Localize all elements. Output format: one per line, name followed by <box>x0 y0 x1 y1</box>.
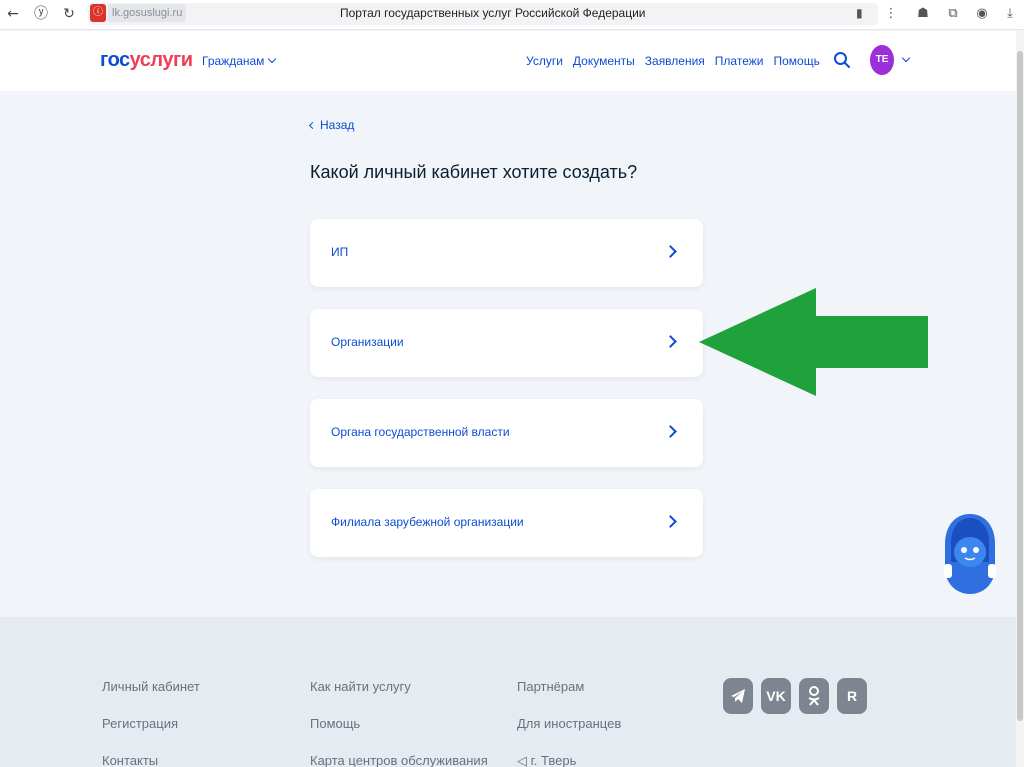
option-card-organization[interactable]: Организации <box>310 309 703 377</box>
annotation-arrow-icon <box>699 288 928 396</box>
footer-column: Партнёрам Для иностранцев ◁ г. Тверь <box>517 679 621 767</box>
site-footer: Личный кабинет Регистрация Контакты Как … <box>0 617 1016 767</box>
option-label: Организации <box>331 335 404 349</box>
footer-link[interactable]: Карта центров обслуживания <box>310 753 488 767</box>
footer-column: Личный кабинет Регистрация Контакты <box>102 679 200 767</box>
rutube-icon[interactable]: R <box>837 678 867 714</box>
bookmark-icon[interactable]: ▮ <box>856 6 863 20</box>
footer-link[interactable]: Личный кабинет <box>102 679 200 716</box>
footer-column: Как найти услугу Помощь Карта центров об… <box>310 679 488 767</box>
gosuslugi-logo[interactable]: госуслуги <box>100 49 193 72</box>
option-label: Органа государственной власти <box>331 425 510 439</box>
footer-link[interactable]: Регистрация <box>102 716 200 753</box>
menu-dots-icon[interactable]: ⋮ <box>882 5 900 23</box>
footer-link[interactable]: Контакты <box>102 753 200 767</box>
nav-item-payments[interactable]: Платежи <box>715 54 764 68</box>
scrollbar-thumb[interactable] <box>1017 51 1023 721</box>
location-arrow-icon: ◁ <box>517 753 531 767</box>
footer-link[interactable]: Партнёрам <box>517 679 621 716</box>
odnoklassniki-icon[interactable] <box>799 678 829 714</box>
footer-location[interactable]: ◁ г. Тверь <box>517 753 621 767</box>
audience-selector[interactable]: Гражданам <box>202 54 277 68</box>
top-navigation: Услуги Документы Заявления Платежи Помощ… <box>526 54 820 68</box>
chevron-right-icon <box>664 425 677 438</box>
extension-icon[interactable]: ◉ <box>973 5 991 23</box>
scrollbar[interactable] <box>1016 31 1024 767</box>
extension-icon[interactable]: ☗ <box>914 5 932 23</box>
chevron-right-icon <box>664 515 677 528</box>
chevron-down-icon[interactable] <box>901 53 911 63</box>
footer-link[interactable]: Помощь <box>310 716 488 753</box>
nav-item-help[interactable]: Помощь <box>773 54 819 68</box>
telegram-icon[interactable] <box>723 678 753 714</box>
nav-item-services[interactable]: Услуги <box>526 54 563 68</box>
chevron-left-icon <box>308 121 317 130</box>
site-header: госуслуги Гражданам Услуги Документы Зая… <box>0 31 1016 91</box>
reload-icon[interactable]: ↻ <box>60 5 78 23</box>
chevron-down-icon <box>268 54 277 64</box>
nav-item-documents[interactable]: Документы <box>573 54 635 68</box>
yandex-icon[interactable]: ⓨ <box>32 5 50 23</box>
url-text[interactable]: lk.gosuslugi.ru <box>108 4 187 22</box>
browser-toolbar: ← ⓨ ↻ ⓘ lk.gosuslugi.ru Портал государст… <box>0 0 1024 30</box>
page-title-tab: Портал государственных услуг Российской … <box>340 6 646 20</box>
option-card-government-body[interactable]: Органа государственной власти <box>310 399 703 467</box>
option-label: Филиала зарубежной организации <box>331 515 524 529</box>
social-links: VK R <box>723 678 867 714</box>
page-title: Какой личный кабинет хотите создать? <box>310 162 638 182</box>
option-label: ИП <box>331 245 349 259</box>
download-icon[interactable]: ⤓ <box>1001 5 1019 23</box>
option-card-ip[interactable]: ИП <box>310 219 703 287</box>
footer-link[interactable]: Для иностранцев <box>517 716 621 753</box>
chevron-right-icon <box>664 335 677 348</box>
site-favicon-icon: ⓘ <box>90 4 106 22</box>
avatar[interactable]: ТЕ <box>870 45 894 75</box>
option-card-foreign-branch[interactable]: Филиала зарубежной организации <box>310 489 703 557</box>
back-link[interactable]: Назад <box>308 118 354 132</box>
back-arrow-icon[interactable]: ← <box>4 5 22 23</box>
chatbot-assistant-icon[interactable] <box>941 512 999 598</box>
footer-link[interactable]: Как найти услугу <box>310 679 488 716</box>
nav-item-applications[interactable]: Заявления <box>645 54 705 68</box>
vk-icon[interactable]: VK <box>761 678 791 714</box>
search-icon[interactable] <box>833 51 851 69</box>
chevron-right-icon <box>664 245 677 258</box>
extension-icon[interactable]: ⧉ <box>944 5 962 23</box>
